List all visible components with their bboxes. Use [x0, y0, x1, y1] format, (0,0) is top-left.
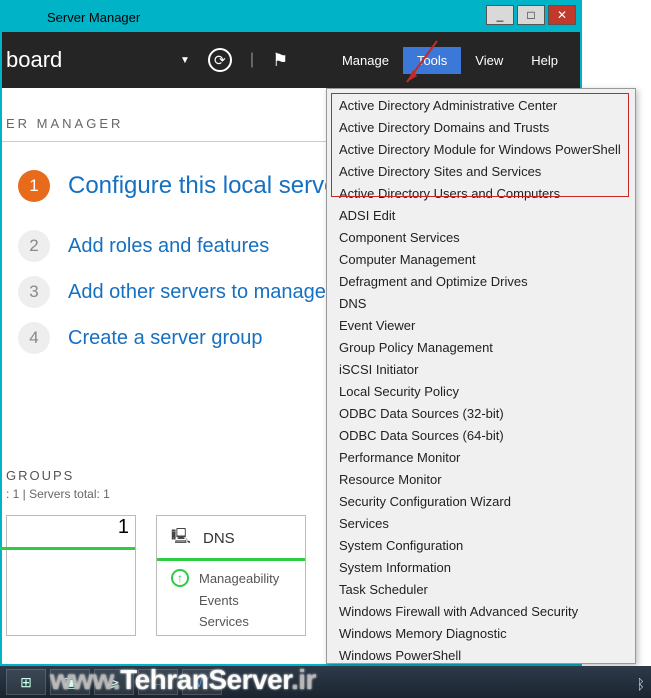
step-number: 3	[18, 276, 50, 308]
tools-menu-item[interactable]: Active Directory Sites and Services	[327, 160, 635, 182]
tools-menu-item[interactable]: Resource Monitor	[327, 468, 635, 490]
tools-menu-item[interactable]: ADSI Edit	[327, 204, 635, 226]
tools-menu-item[interactable]: Active Directory Module for Windows Powe…	[327, 138, 635, 160]
tools-menu-item[interactable]: Security Configuration Wizard	[327, 490, 635, 512]
menu-manage[interactable]: Manage	[328, 47, 403, 74]
tools-menu-item[interactable]: Event Viewer	[327, 314, 635, 336]
tools-menu-item[interactable]: Active Directory Users and Computers	[327, 182, 635, 204]
menu-tools[interactable]: Tools	[403, 47, 461, 74]
step-number: 2	[18, 230, 50, 262]
nav-header: board ▼ ⟳ | ⚑ Manage Tools View Help	[2, 32, 580, 88]
system-tray[interactable]: ᛒ	[637, 676, 645, 692]
tools-menu-item[interactable]: iSCSI Initiator	[327, 358, 635, 380]
menu-help[interactable]: Help	[517, 47, 572, 74]
tools-menu-item[interactable]: Task Scheduler	[327, 578, 635, 600]
tile-line-events[interactable]: Events	[171, 593, 291, 608]
menu-view[interactable]: View	[461, 47, 517, 74]
watermark: www.TehranServer.ir	[50, 664, 316, 696]
tools-menu-item[interactable]: Component Services	[327, 226, 635, 248]
tools-menu-item[interactable]: ODBC Data Sources (32-bit)	[327, 402, 635, 424]
dns-icon: 🖳	[171, 528, 191, 548]
tile-title: DNS	[203, 530, 235, 547]
tile-status-bar	[157, 558, 305, 561]
step-number: 4	[18, 322, 50, 354]
tile-local-server[interactable]: 1	[6, 515, 136, 636]
tools-menu-item[interactable]: Windows Memory Diagnostic	[327, 622, 635, 644]
window-title: Server Manager	[47, 10, 140, 25]
step-text: Create a server group	[68, 327, 263, 350]
tile-line-manageability[interactable]: ↑ Manageability	[171, 569, 291, 587]
window-controls: _ □ ✕	[486, 5, 576, 25]
minimize-button[interactable]: _	[486, 5, 514, 25]
tile-dns[interactable]: 🖳 DNS ↑ Manageability Events Service	[156, 515, 306, 636]
tools-menu-item[interactable]: DNS	[327, 292, 635, 314]
maximize-button[interactable]: □	[517, 5, 545, 25]
tools-menu-item[interactable]: Computer Management	[327, 248, 635, 270]
tools-menu-item[interactable]: Active Directory Administrative Center	[327, 94, 635, 116]
refresh-button[interactable]: ⟳	[208, 48, 232, 72]
taskbar-start-button[interactable]: ⊞	[6, 669, 46, 695]
tools-menu-item[interactable]: Services	[327, 512, 635, 534]
close-button[interactable]: ✕	[548, 5, 576, 25]
tools-menu-item[interactable]: Defragment and Optimize Drives	[327, 270, 635, 292]
tools-menu-item[interactable]: Active Directory Domains and Trusts	[327, 116, 635, 138]
step-text: Add other servers to manage	[68, 281, 326, 304]
tools-menu-item[interactable]: Group Policy Management	[327, 336, 635, 358]
step-text: Add roles and features	[68, 235, 269, 258]
tools-menu-item[interactable]: ODBC Data Sources (64-bit)	[327, 424, 635, 446]
chevron-down-icon[interactable]: ▼	[180, 55, 190, 66]
tools-dropdown: Active Directory Administrative CenterAc…	[326, 88, 636, 664]
menubar: Manage Tools View Help	[328, 32, 572, 88]
tools-menu-item[interactable]: Windows Firewall with Advanced Security	[327, 600, 635, 622]
tools-menu-item[interactable]: Windows PowerShell	[327, 644, 635, 664]
step-text: Configure this local server	[68, 172, 345, 200]
tools-menu-item[interactable]: System Information	[327, 556, 635, 578]
breadcrumb-tail: board	[2, 47, 62, 73]
tools-menu-item[interactable]: System Configuration	[327, 534, 635, 556]
flag-icon[interactable]: ⚑	[272, 50, 288, 71]
tile-count: 1	[118, 516, 129, 538]
tile-status-bar	[0, 547, 135, 550]
up-arrow-icon: ↑	[171, 569, 189, 587]
tile-line-services[interactable]: Services	[171, 614, 291, 629]
bluetooth-icon[interactable]: ᛒ	[637, 676, 645, 692]
tools-menu-item[interactable]: Performance Monitor	[327, 446, 635, 468]
titlebar[interactable]: Server Manager _ □ ✕	[2, 2, 580, 32]
step-number: 1	[18, 170, 50, 202]
tools-menu-item[interactable]: Local Security Policy	[327, 380, 635, 402]
